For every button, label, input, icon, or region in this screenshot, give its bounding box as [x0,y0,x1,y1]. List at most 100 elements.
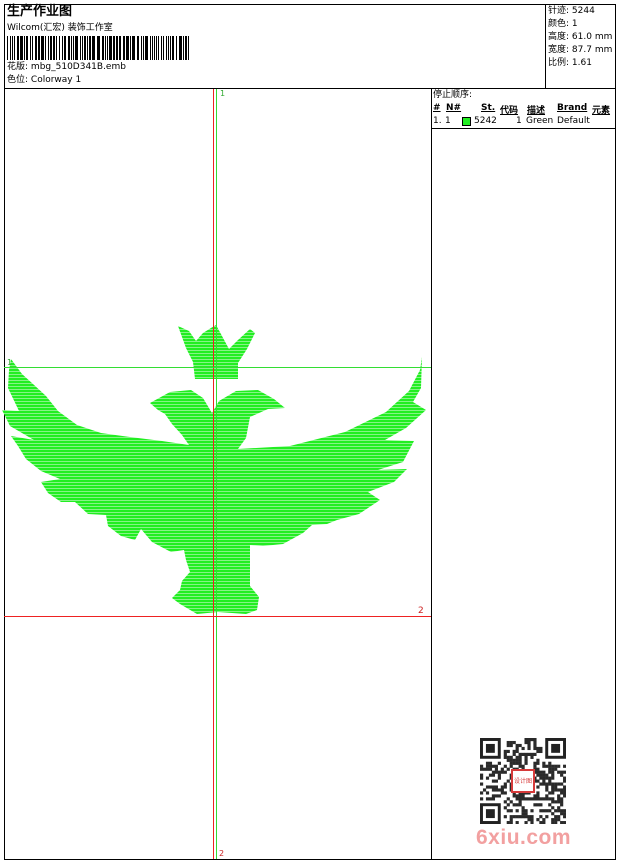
qr-module [497,773,501,777]
qr-module [509,743,513,748]
qr-module [551,797,555,801]
qr-module [530,755,534,759]
qr-module [515,755,519,759]
qr-module [563,776,566,780]
qr-module [560,800,564,804]
qr-module [557,806,561,810]
qr-module [539,776,543,780]
qr-module [527,815,531,819]
qr-module [551,770,555,774]
guide-marker-right: 2 [418,606,424,616]
qr-module [551,782,555,786]
qr-module [530,738,534,742]
qr-module [542,821,546,824]
qr-module [485,785,490,789]
qr-module [521,797,525,801]
qr-module [509,800,513,804]
qr-module [503,806,507,810]
qr-module [545,797,549,801]
qr-module [563,791,566,795]
qr-module [563,815,566,819]
qr-module [557,764,561,768]
qr-module [524,761,528,765]
qr-module [500,791,504,795]
qr-module [530,752,534,756]
qr-module [533,746,537,751]
qr-module [536,758,540,762]
qr-module [536,749,540,754]
qr-module [491,797,496,801]
qr-module [545,776,549,780]
qr-module [527,746,531,751]
qr-module [557,794,561,798]
qr-module [518,797,522,801]
qr-module [551,776,555,780]
qr-module [560,791,564,795]
qr-module [485,767,490,771]
qr-module [560,797,564,801]
qr-module [527,738,531,742]
qr-module [500,767,504,771]
qr-module [539,809,543,813]
qr-module [527,752,531,756]
qr-module [542,809,546,813]
qr-module [548,803,552,807]
qr-module [548,782,552,786]
qr-module [560,803,564,807]
qr-module [515,815,519,819]
qr-module [491,785,496,789]
qr-module [494,770,498,774]
qr-module [503,770,507,774]
qr-module [560,821,564,824]
qr-module [533,761,537,765]
qr-module [480,791,484,795]
qr-module [545,764,549,768]
qr-module [530,809,534,813]
qr-module [518,752,522,756]
qr-module [536,818,540,822]
qr-module [494,779,498,783]
qr-module [497,776,501,780]
qr-module [494,764,498,768]
qr-module [506,821,510,824]
qr-module [545,785,549,789]
qr-module [518,800,522,804]
qr-module [521,809,525,813]
qr-module [515,809,519,813]
qr-module [518,755,522,759]
qr-module [515,743,519,748]
qr-module [542,761,546,765]
qr-module [527,818,531,822]
qr-module [539,746,543,751]
qr-module [560,782,564,786]
qr-module [536,773,540,777]
qr-module [545,782,549,786]
qr-module [536,797,540,801]
qr-module [485,764,490,768]
qr-module [557,809,561,813]
qr-module [533,740,537,745]
qr-module [512,749,516,754]
qr-module [518,743,522,748]
qr-module [557,770,561,774]
qr-module [545,794,549,798]
qr-module [485,761,490,765]
qr-module [503,782,507,786]
qr-module [494,794,498,798]
qr-module [482,767,487,771]
qr-module [551,818,555,822]
qr-module [488,767,493,771]
qr-module [533,797,537,801]
qr-module [554,815,558,819]
qr-module [515,746,519,751]
qr-module [506,743,510,748]
qr-module [551,800,555,804]
qr-module [480,797,484,801]
qr-module [554,818,558,822]
qr-module [491,779,496,783]
qr-module [527,743,531,748]
qr-module [509,764,513,768]
qr-module [557,815,561,819]
qr-module [485,776,490,780]
qr-finder [485,743,495,753]
